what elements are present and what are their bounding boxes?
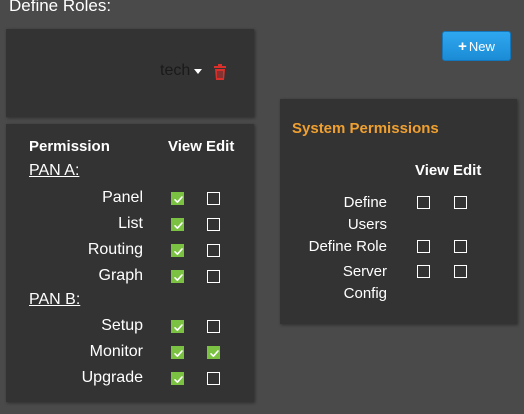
permissions-panel: Permission View Edit PAN A: Panel List R… — [6, 124, 254, 402]
permission-label: Panel — [102, 189, 143, 206]
edit-checkbox[interactable] — [207, 320, 220, 333]
view-column-header: View — [415, 162, 449, 179]
permission-label: Graph — [98, 267, 143, 284]
edit-checkbox[interactable] — [207, 270, 220, 283]
system-permissions-title: System Permissions — [292, 120, 439, 137]
trash-icon[interactable] — [214, 64, 226, 80]
plus-icon: + — [458, 37, 467, 55]
permission-row-setup: Setup — [6, 314, 254, 340]
permission-row-panel: Panel — [6, 186, 254, 212]
system-permissions-panel: System Permissions View Edit Define User… — [280, 99, 517, 324]
caret-down-icon — [194, 69, 203, 74]
view-checkbox[interactable] — [171, 244, 184, 257]
permission-row-graph: Graph — [6, 264, 254, 290]
view-checkbox[interactable] — [171, 270, 184, 283]
permission-label: List — [118, 215, 143, 232]
view-checkbox[interactable] — [171, 346, 184, 359]
check-icon — [210, 350, 219, 357]
view-checkbox[interactable] — [417, 240, 430, 253]
new-button-label: New — [468, 38, 495, 54]
check-icon — [174, 376, 183, 383]
role-dropdown[interactable]: tech — [160, 62, 203, 80]
label-line: Define Role — [308, 238, 387, 255]
view-checkbox[interactable] — [171, 218, 184, 231]
edit-checkbox[interactable] — [454, 196, 467, 209]
permission-label: Monitor — [89, 343, 143, 360]
view-checkbox[interactable] — [171, 192, 184, 205]
page-title: Define Roles: — [9, 0, 112, 15]
edit-checkbox[interactable] — [454, 240, 467, 253]
check-icon — [174, 324, 183, 331]
permission-row-routing: Routing — [6, 238, 254, 264]
label-line: Server — [342, 263, 387, 280]
permission-row-list: List — [6, 212, 254, 238]
section-pan-a[interactable]: PAN A: — [29, 162, 79, 180]
edit-checkbox[interactable] — [207, 372, 220, 385]
check-icon — [174, 274, 183, 281]
system-permission-label-define-role: Define Role — [309, 236, 387, 258]
check-icon — [174, 222, 183, 229]
permission-row-upgrade: Upgrade — [6, 366, 254, 392]
permission-label: Setup — [101, 317, 143, 334]
system-permission-label-define-users: Define Users — [344, 192, 387, 236]
permission-column-header: Permission — [29, 138, 110, 155]
view-column-header: View — [168, 138, 202, 155]
system-permission-label-server-config: Server Config — [343, 261, 387, 305]
edit-column-header: Edit — [453, 162, 482, 179]
view-checkbox[interactable] — [171, 372, 184, 385]
label-line: Define — [343, 194, 387, 211]
edit-checkbox[interactable] — [207, 192, 220, 205]
edit-checkbox[interactable] — [207, 244, 220, 257]
view-checkbox[interactable] — [171, 320, 184, 333]
edit-checkbox[interactable] — [454, 265, 467, 278]
label-line: Config — [343, 285, 387, 302]
check-icon — [174, 350, 183, 357]
permission-row-monitor: Monitor — [6, 340, 254, 366]
check-icon — [174, 248, 183, 255]
view-checkbox[interactable] — [417, 265, 430, 278]
permission-label: Routing — [87, 241, 143, 258]
label-line: Users — [347, 216, 387, 233]
permission-label: Upgrade — [81, 369, 143, 386]
check-icon — [174, 196, 183, 203]
edit-column-header: Edit — [206, 138, 235, 155]
view-checkbox[interactable] — [417, 196, 430, 209]
section-pan-b[interactable]: PAN B: — [29, 291, 80, 309]
role-dropdown-value: tech — [160, 62, 191, 79]
edit-checkbox[interactable] — [207, 346, 220, 359]
role-selector-panel: tech — [6, 29, 254, 117]
edit-checkbox[interactable] — [207, 218, 220, 231]
new-role-button[interactable]: + New — [442, 31, 511, 61]
